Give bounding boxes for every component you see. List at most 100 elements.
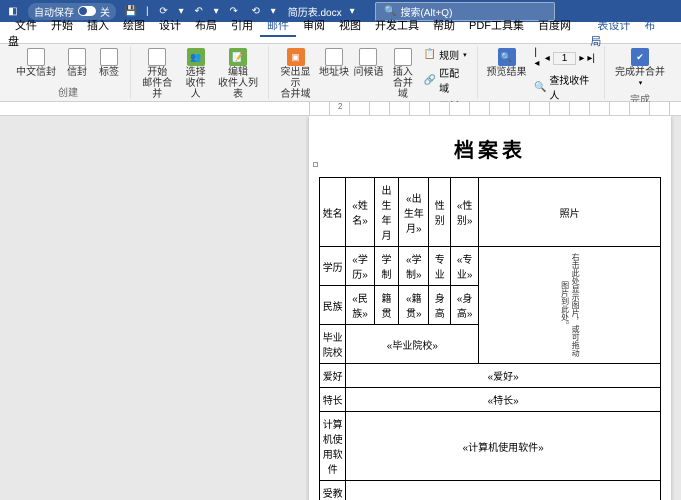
menu-tab-6[interactable]: 引用 xyxy=(224,17,260,35)
next-record-icon[interactable]: ▸ xyxy=(579,53,584,64)
insert-field-icon: ▤ xyxy=(394,48,412,66)
edit-recipients-button[interactable]: 📝编辑 收件人列表 xyxy=(214,46,263,102)
table-row[interactable]: 受教育 状况«受教育状况» xyxy=(320,481,661,500)
contextual-tab-0[interactable]: 表设计 xyxy=(590,17,637,35)
envelope-icon: ✉ xyxy=(27,48,45,66)
photo-placeholder[interactable]: 右击此处显示图片，或可拖动图片到此处。 xyxy=(479,247,661,364)
table-cell[interactable]: 学历 xyxy=(320,247,346,286)
menu-tab-1[interactable]: 开始 xyxy=(44,17,80,35)
chevron-down-icon: ▾ xyxy=(639,79,643,87)
table-cell[interactable]: 姓名 xyxy=(320,178,346,247)
menu-tab-12[interactable]: PDF工具集 xyxy=(462,17,531,35)
document-title: 档案表 xyxy=(319,134,661,163)
table-cell[interactable]: «学制» xyxy=(399,247,429,286)
table-cell[interactable]: 性别 xyxy=(429,178,450,247)
finish-icon: ✔ xyxy=(631,48,649,66)
divider: ▾ xyxy=(214,6,219,17)
ribbon: ✉中文信封 ✉信封 ▭标签 创建 ▤开始 邮件合并▾ 👥选择 收件人▾ 📝编辑 … xyxy=(0,44,681,102)
row-value[interactable]: «毕业院校» xyxy=(346,325,479,364)
table-cell[interactable]: «专业» xyxy=(450,247,478,286)
menu-tab-9[interactable]: 视图 xyxy=(332,17,368,35)
row-value[interactable]: «爱好» xyxy=(346,364,661,388)
menu-tab-7[interactable]: 邮件 xyxy=(260,17,296,37)
chevron-down-icon[interactable]: ▾ xyxy=(350,6,355,17)
overflow[interactable]: ▾ xyxy=(271,6,276,17)
envelope-icon: ✉ xyxy=(68,48,86,66)
divider: | xyxy=(146,6,149,17)
table-cell[interactable]: «性别» xyxy=(450,178,478,247)
table-row[interactable]: 爱好«爱好» xyxy=(320,364,661,388)
row-value[interactable]: «受教育状况» xyxy=(346,481,661,500)
menu-tab-11[interactable]: 帮助 xyxy=(426,17,462,35)
ribbon-group-start-merge: ▤开始 邮件合并▾ 👥选择 收件人▾ 📝编辑 收件人列表 开始邮件合并 xyxy=(131,46,269,99)
row-value[interactable]: «特长» xyxy=(346,388,661,412)
greeting-icon: ▤ xyxy=(359,48,377,66)
table-cell[interactable]: 籍贯 xyxy=(374,286,398,325)
prev-record-icon[interactable]: ◂ xyxy=(545,53,550,64)
find-icon: 🔍 xyxy=(534,81,546,93)
label-icon: ▭ xyxy=(100,48,118,66)
ribbon-group-create: ✉中文信封 ✉信封 ▭标签 创建 xyxy=(6,46,131,99)
row-label[interactable]: 计算机使 用软件 xyxy=(320,412,346,481)
table-cell[interactable]: «出生年月» xyxy=(399,178,429,247)
menu-bar: 文件开始插入绘图设计布局引用邮件审阅视图开发工具帮助PDF工具集百度网盘 表设计… xyxy=(0,22,681,44)
photo-header[interactable]: 照片 xyxy=(479,178,661,247)
table-row[interactable]: 学历«学历»学制«学制»专业«专业»右击此处显示图片，或可拖动图片到此处。 xyxy=(320,247,661,286)
table-cell[interactable]: «姓名» xyxy=(346,178,374,247)
preview-results-button[interactable]: 🔍预览结果 xyxy=(484,46,530,80)
ribbon-group-write-insert: ▣突出显示 合并域 ▤地址块 ▤问候语 ▤插入 合并域▾ 📋规则▾ 🔗匹配域 🔄… xyxy=(269,46,477,99)
table-cell[interactable]: «民族» xyxy=(346,286,374,325)
menu-tab-2[interactable]: 插入 xyxy=(80,17,116,35)
row-label[interactable]: 毕业院校 xyxy=(320,325,346,364)
ribbon-group-preview: 🔍预览结果 |◂ ◂ 1 ▸ ▸| 🔍查找收件人 ✓检查错误 预览结果 xyxy=(478,46,605,99)
highlight-merge-field-button[interactable]: ▣突出显示 合并域 xyxy=(275,46,316,102)
find-recipient-button[interactable]: 🔍查找收件人 xyxy=(531,71,598,103)
table-cell[interactable]: 民族 xyxy=(320,286,346,325)
table-cell[interactable]: 专业 xyxy=(429,247,450,286)
row-label[interactable]: 特长 xyxy=(320,388,346,412)
table-cell[interactable]: «籍贯» xyxy=(399,286,429,325)
match-fields-button[interactable]: 🔗匹配域 xyxy=(421,64,471,96)
document-page: 档案表 姓名«姓名»出生年月«出生年月»性别«性别»照片学历«学历»学制«学制»… xyxy=(309,116,671,500)
ribbon-group-finish: ✔完成并合并▾ 完成 xyxy=(605,46,675,99)
first-record-icon[interactable]: |◂ xyxy=(534,47,541,69)
row-value[interactable]: «计算机使用软件» xyxy=(346,412,661,481)
menu-tab-0[interactable]: 文件 xyxy=(8,17,44,35)
chinese-envelope-button[interactable]: ✉中文信封 xyxy=(12,46,60,80)
workspace[interactable]: 档案表 姓名«姓名»出生年月«出生年月»性别«性别»照片学历«学历»学制«学制»… xyxy=(0,116,681,500)
address-block-button[interactable]: ▤地址块 xyxy=(318,46,350,80)
doc-icon: ▤ xyxy=(148,48,166,66)
row-label[interactable]: 受教育 状况 xyxy=(320,481,346,500)
address-icon: ▤ xyxy=(325,48,343,66)
menu-tab-4[interactable]: 设计 xyxy=(152,17,188,35)
row-label[interactable]: 爱好 xyxy=(320,364,346,388)
preview-icon: 🔍 xyxy=(498,48,516,66)
menu-tab-5[interactable]: 布局 xyxy=(188,17,224,35)
envelope-button[interactable]: ✉信封 xyxy=(62,46,92,80)
greeting-line-button[interactable]: ▤问候语 xyxy=(352,46,384,80)
table-row[interactable]: 特长«特长» xyxy=(320,388,661,412)
search-icon: 🔍 xyxy=(384,6,396,17)
menu-tab-10[interactable]: 开发工具 xyxy=(368,17,426,35)
record-number[interactable]: 1 xyxy=(553,52,577,65)
table-cell[interactable]: 身高 xyxy=(429,286,450,325)
table-resize-handle[interactable] xyxy=(313,162,318,167)
table-row[interactable]: 计算机使 用软件«计算机使用软件» xyxy=(320,412,661,481)
ruler: 2 xyxy=(0,102,681,116)
group-label: 创建 xyxy=(58,82,78,99)
table-cell[interactable]: 出生年月 xyxy=(374,178,398,247)
menu-tab-8[interactable]: 审阅 xyxy=(296,17,332,35)
table-cell[interactable]: «学历» xyxy=(346,247,374,286)
table-cell[interactable]: 学制 xyxy=(374,247,398,286)
finish-merge-button[interactable]: ✔完成并合并▾ xyxy=(611,46,669,89)
table-row[interactable]: 姓名«姓名»出生年月«出生年月»性别«性别»照片 xyxy=(320,178,661,247)
record-nav[interactable]: |◂ ◂ 1 ▸ ▸| xyxy=(531,46,598,70)
menu-tab-3[interactable]: 绘图 xyxy=(116,17,152,35)
divider: ▾ xyxy=(179,6,184,17)
profile-table[interactable]: 姓名«姓名»出生年月«出生年月»性别«性别»照片学历«学历»学制«学制»专业«专… xyxy=(319,177,661,500)
rules-button[interactable]: 📋规则▾ xyxy=(421,46,471,63)
last-record-icon[interactable]: ▸| xyxy=(587,53,595,64)
ruler-marker: 2 xyxy=(338,102,342,111)
labels-button[interactable]: ▭标签 xyxy=(94,46,124,80)
table-cell[interactable]: «身高» xyxy=(450,286,478,325)
